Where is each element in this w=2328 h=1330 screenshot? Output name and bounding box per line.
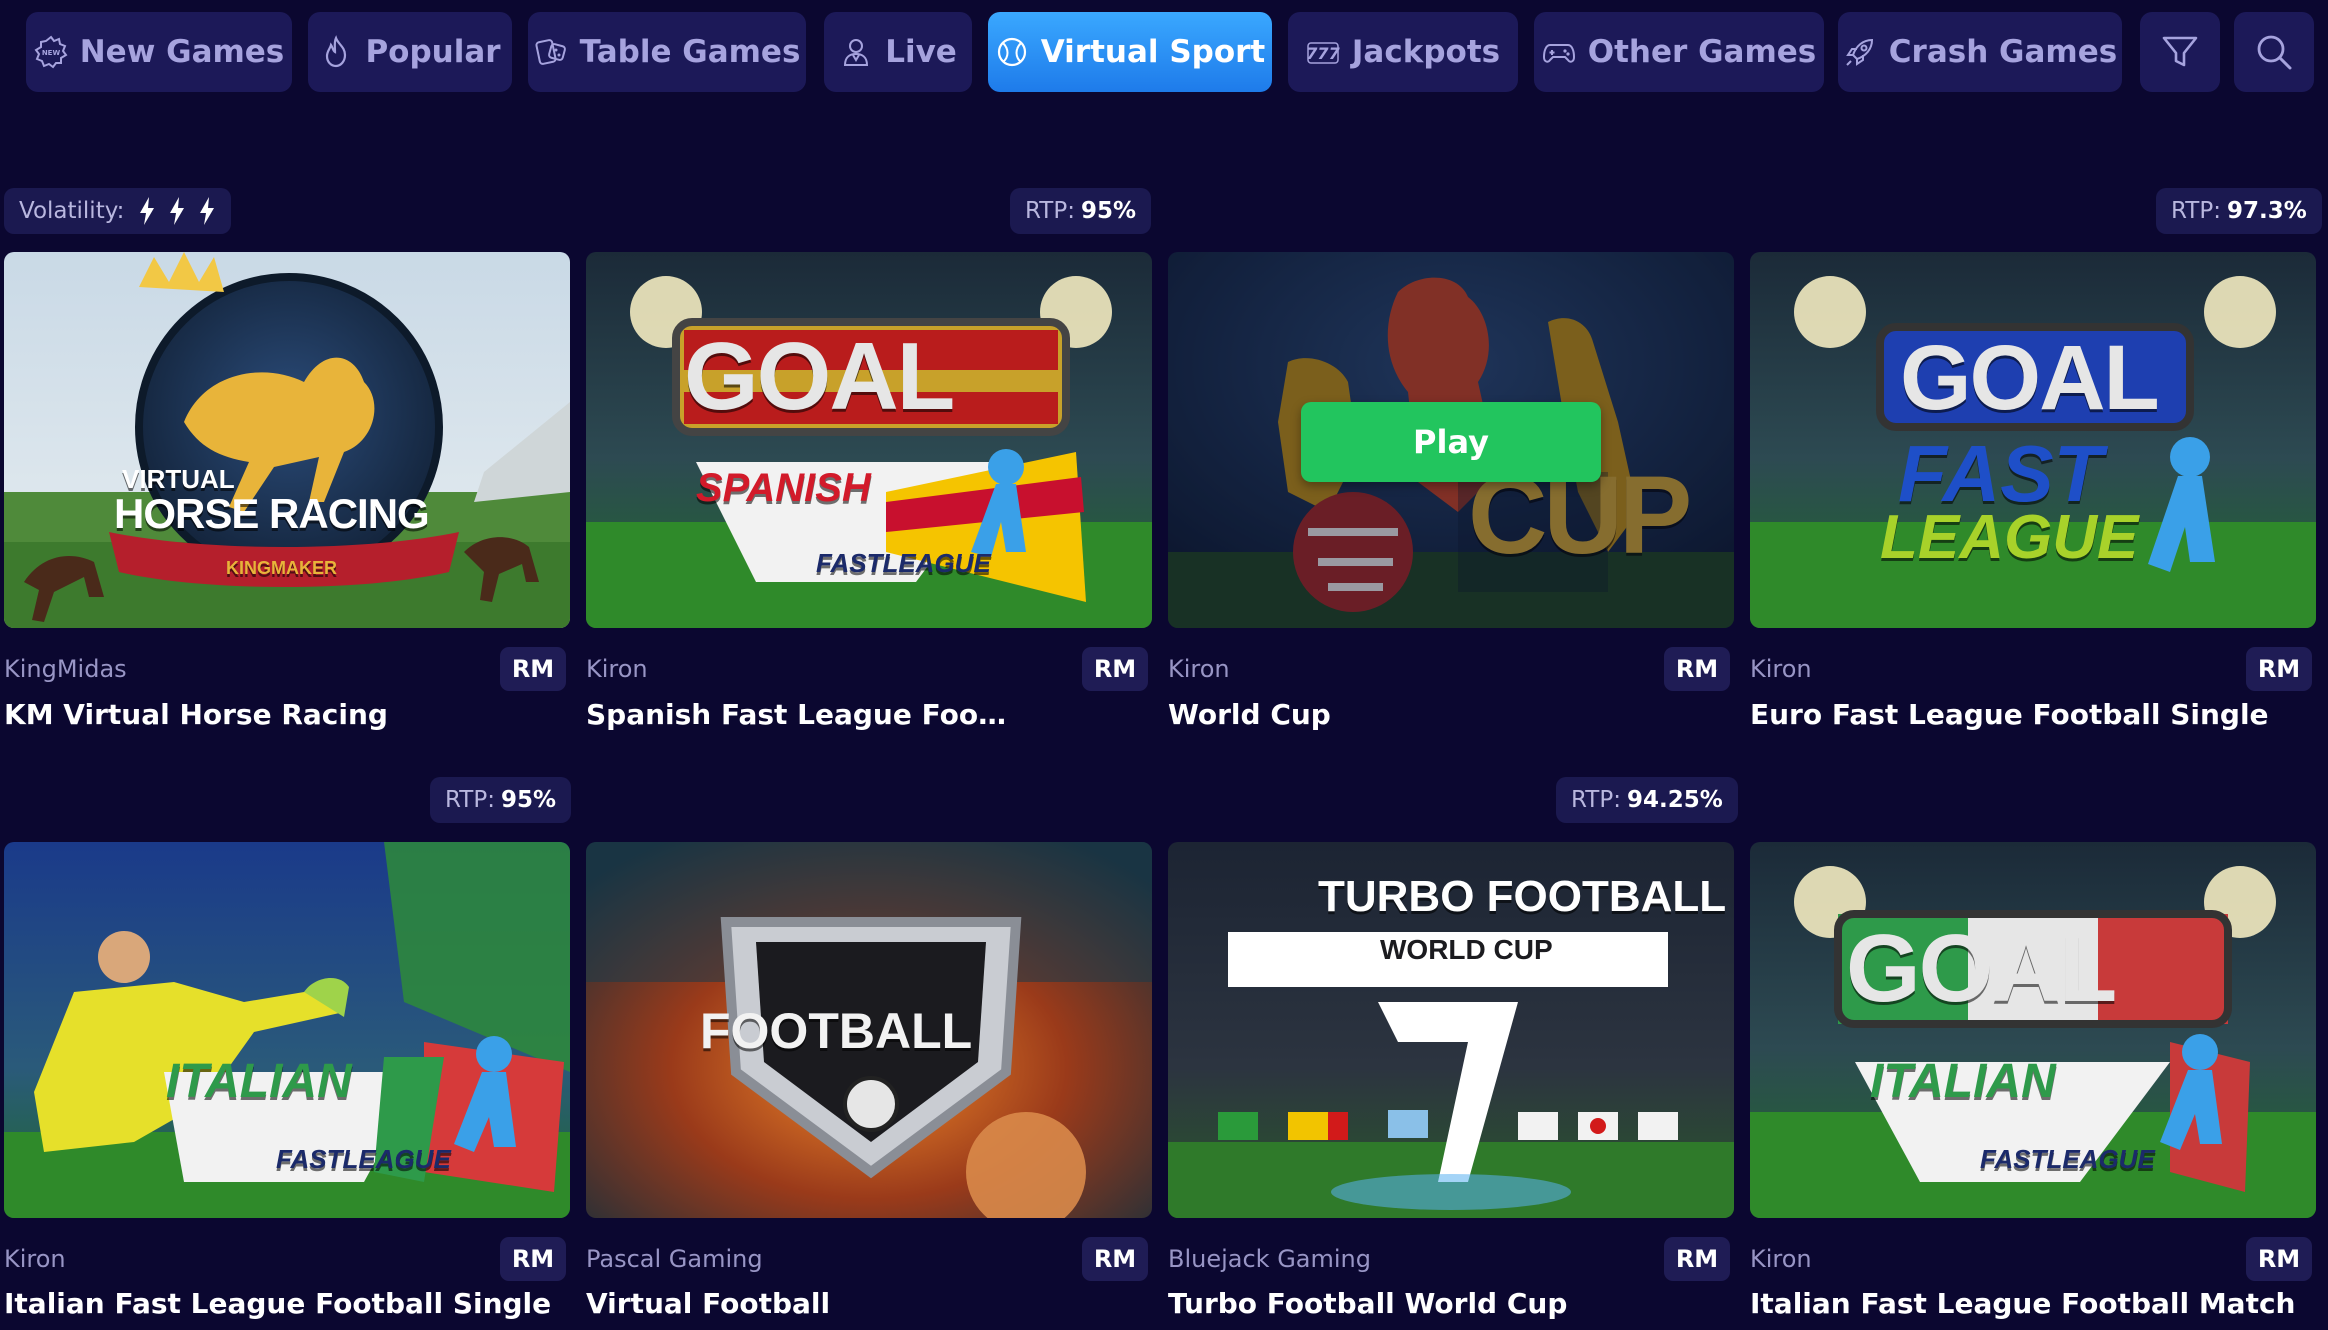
rtp-value: 94.25%: [1626, 787, 1723, 813]
rocket-icon: [1845, 38, 1873, 66]
game-thumbnail-italian-fast-league-match[interactable]: GOAL ITALIAN FASTLEAGUE: [1750, 842, 2316, 1218]
game-provider: KingMidas: [4, 655, 127, 683]
svg-text:NEW: NEW: [42, 49, 61, 57]
tab-crash-games[interactable]: Crash Games: [1838, 12, 2122, 92]
tab-popular[interactable]: Popular: [308, 12, 512, 92]
rtp-label: RTP:: [1025, 198, 1075, 224]
category-nav: NEW New Games Popular Table Games Live V…: [0, 12, 2328, 92]
currency-badge: RM: [1082, 647, 1148, 691]
ball-icon: [997, 37, 1026, 67]
art-text: WORLD CUP: [1380, 934, 1553, 965]
game-thumbnail-euro-fast-league[interactable]: GOAL FAST LEAGUE: [1750, 252, 2316, 628]
game-title[interactable]: Italian Fast League Football Single: [4, 1287, 570, 1320]
tab-label: Crash Games: [1888, 34, 2118, 70]
rtp-value: 95%: [1080, 198, 1137, 224]
filter-button[interactable]: [2140, 12, 2220, 92]
currency-badge: RM: [2246, 1237, 2312, 1281]
cards-dice-icon: [535, 39, 566, 65]
sevens-icon: 777: [1306, 42, 1340, 64]
volatility-meter: [138, 197, 216, 225]
game-thumbnail-km-virtual-horse-racing[interactable]: VIRTUAL HORSE RACING KINGMAKER: [4, 252, 570, 628]
rtp-value: 97.3%: [2226, 198, 2307, 224]
game-title[interactable]: Turbo Football World Cup: [1168, 1287, 1734, 1320]
art-text: SPANISH: [696, 466, 871, 510]
volatility-badge: Volatility:: [4, 188, 232, 234]
gamepad-icon: [1542, 44, 1575, 63]
rtp-value: 95%: [500, 787, 557, 813]
art-text: GOAL: [1846, 915, 2117, 1022]
tab-label: Popular: [365, 34, 501, 70]
filter-icon: [2162, 36, 2198, 67]
volatility-label: Volatility:: [19, 198, 125, 224]
play-button[interactable]: Play: [1301, 402, 1601, 482]
currency-badge: RM: [1082, 1237, 1148, 1281]
art-text: GOAL: [684, 323, 955, 430]
svg-text:777: 777: [1306, 44, 1340, 63]
rtp-badge: RTP: 95%: [1010, 188, 1152, 234]
tab-table-games[interactable]: Table Games: [528, 12, 806, 92]
tab-live[interactable]: Live: [824, 12, 972, 92]
game-title[interactable]: KM Virtual Horse Racing: [4, 698, 570, 731]
game-provider: Pascal Gaming: [586, 1245, 763, 1273]
dealer-icon: [844, 39, 869, 66]
tab-label: Jackpots: [1351, 34, 1501, 70]
bolt-icon: [140, 197, 155, 225]
art-text: GOAL: [1900, 327, 2160, 429]
art-text: FOOTBALL: [700, 1003, 973, 1059]
currency-badge: RM: [500, 1237, 566, 1281]
art-text: FASTLEAGUE: [1980, 1144, 2155, 1174]
tab-other-games[interactable]: Other Games: [1534, 12, 1824, 92]
game-provider: Kiron: [1750, 1245, 1812, 1273]
tab-label: Virtual Sport: [1040, 34, 1266, 70]
tab-jackpots[interactable]: 777 Jackpots: [1288, 12, 1518, 92]
rtp-badge: RTP: 97.3%: [2156, 188, 2322, 234]
art-text: ITALIAN: [1870, 1055, 2056, 1108]
search-button[interactable]: [2234, 12, 2314, 92]
tab-label: Live: [885, 34, 957, 70]
bolt-icon: [200, 197, 215, 225]
game-thumbnail-virtual-football[interactable]: FOOTBALL: [586, 842, 1152, 1218]
art-text: FASTLEAGUE: [816, 548, 991, 578]
game-thumbnail-spanish-fast-league[interactable]: GOAL SPANISH FASTLEAGUE: [586, 252, 1152, 628]
search-icon: [2257, 35, 2292, 70]
bolt-icon: [170, 197, 185, 225]
rtp-label: RTP:: [1571, 787, 1621, 813]
currency-badge: RM: [1664, 1237, 1730, 1281]
game-title[interactable]: Italian Fast League Football Match: [1750, 1287, 2316, 1320]
rtp-label: RTP:: [445, 787, 495, 813]
game-provider: Kiron: [1168, 655, 1230, 683]
art-text: KINGMAKER: [226, 558, 337, 578]
art-text: LEAGUE: [1880, 503, 2139, 572]
new-badge-icon: NEW: [34, 35, 68, 69]
art-text: HORSE RACING: [114, 490, 430, 537]
rtp-badge: RTP: 94.25%: [1556, 777, 1738, 823]
rtp-badge: RTP: 95%: [430, 777, 572, 823]
game-title[interactable]: World Cup: [1168, 698, 1734, 731]
game-provider: Bluejack Gaming: [1168, 1245, 1372, 1273]
flame-icon: [326, 35, 347, 68]
game-title[interactable]: Virtual Football: [586, 1287, 1152, 1320]
game-provider: Kiron: [4, 1245, 66, 1273]
currency-badge: RM: [2246, 647, 2312, 691]
art-text: FASTLEAGUE: [276, 1144, 451, 1174]
tab-label: Table Games: [579, 34, 801, 70]
currency-badge: RM: [1664, 647, 1730, 691]
tab-virtual-sport[interactable]: Virtual Sport: [988, 12, 1272, 92]
game-title[interactable]: Spanish Fast League Football Single: [586, 698, 1014, 731]
game-thumbnail-turbo-football-world-cup[interactable]: TURBO FOOTBALL WORLD CUP: [1168, 842, 1734, 1218]
currency-badge: RM: [500, 647, 566, 691]
tab-label: Other Games: [1587, 34, 1817, 70]
tab-label: New Games: [79, 34, 285, 70]
art-text: ITALIAN: [166, 1055, 352, 1108]
game-thumbnail-italian-fast-league-single[interactable]: ITALIAN FASTLEAGUE: [4, 842, 570, 1218]
game-provider: Kiron: [1750, 655, 1812, 683]
rtp-label: RTP:: [2171, 198, 2221, 224]
game-thumbnail-world-cup[interactable]: CUP Play: [1168, 252, 1734, 628]
art-text: TURBO FOOTBALL: [1318, 872, 1727, 921]
game-title[interactable]: Euro Fast League Football Single: [1750, 698, 2316, 731]
game-provider: Kiron: [586, 655, 648, 683]
tab-new-games[interactable]: NEW New Games: [26, 12, 292, 92]
